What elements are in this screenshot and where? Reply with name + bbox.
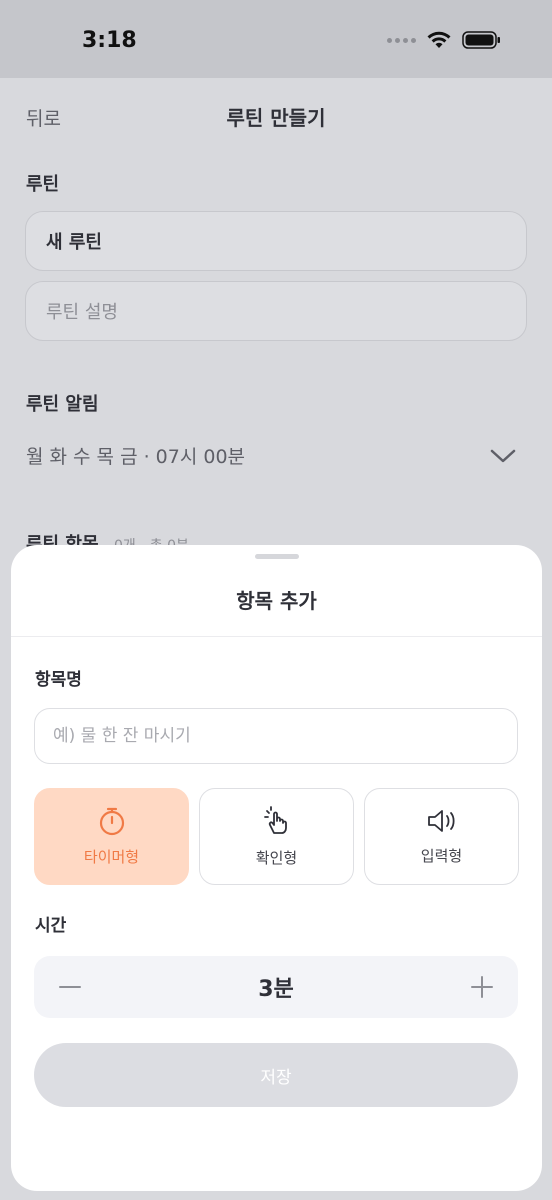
item-name-input[interactable] bbox=[34, 708, 518, 764]
stopwatch-icon bbox=[99, 807, 124, 836]
sheet-title: 항목 추가 bbox=[236, 589, 317, 613]
routine-name-field[interactable]: 새 루틴 bbox=[25, 211, 527, 271]
minus-icon bbox=[59, 986, 81, 988]
save-button[interactable]: 저장 bbox=[34, 1043, 518, 1107]
status-bar: 3:18 bbox=[0, 0, 552, 78]
type-check-label: 확인형 bbox=[255, 849, 298, 867]
routine-name-value: 새 루틴 bbox=[46, 232, 102, 253]
speaker-icon bbox=[427, 810, 455, 832]
status-icons bbox=[387, 30, 502, 50]
alarm-section-label: 루틴 알림 bbox=[26, 394, 99, 415]
increase-button[interactable] bbox=[468, 973, 496, 1001]
page-title: 루틴 만들기 bbox=[226, 106, 326, 130]
item-type-selector: 타이머형 확인형 입력형 bbox=[34, 788, 519, 885]
type-input-label: 입력형 bbox=[420, 847, 463, 865]
item-name-label: 항목명 bbox=[35, 670, 82, 690]
wifi-icon bbox=[427, 31, 451, 48]
routine-description-field[interactable]: 루틴 설명 bbox=[25, 281, 527, 341]
type-check-button[interactable]: 확인형 bbox=[199, 788, 354, 885]
type-timer-button[interactable]: 타이머형 bbox=[34, 788, 189, 885]
tap-hand-icon bbox=[263, 806, 287, 834]
time-label: 시간 bbox=[35, 916, 67, 936]
plus-icon bbox=[471, 976, 493, 998]
chevron-down-icon[interactable] bbox=[490, 448, 516, 464]
time-value: 3분 bbox=[258, 977, 294, 1002]
alarm-summary: 월 화 수 목 금 · 07시 00분 bbox=[26, 446, 246, 468]
type-timer-label: 타이머형 bbox=[83, 848, 140, 866]
time-stepper: 3분 bbox=[34, 956, 518, 1018]
sheet-grabber[interactable] bbox=[255, 554, 299, 559]
cellular-signal-icon bbox=[387, 37, 416, 43]
add-item-sheet: 항목 추가 항목명 타이머형 확인형 입력 bbox=[11, 545, 542, 1191]
battery-icon bbox=[462, 31, 500, 49]
decrease-button[interactable] bbox=[56, 973, 84, 1001]
sheet-divider bbox=[11, 636, 542, 637]
type-input-button[interactable]: 입력형 bbox=[364, 788, 519, 885]
routine-section-label: 루틴 bbox=[26, 174, 60, 195]
alarm-row[interactable]: 월 화 수 목 금 · 07시 00분 bbox=[26, 442, 516, 469]
status-time: 3:18 bbox=[82, 28, 137, 53]
routine-description-placeholder: 루틴 설명 bbox=[46, 302, 118, 323]
